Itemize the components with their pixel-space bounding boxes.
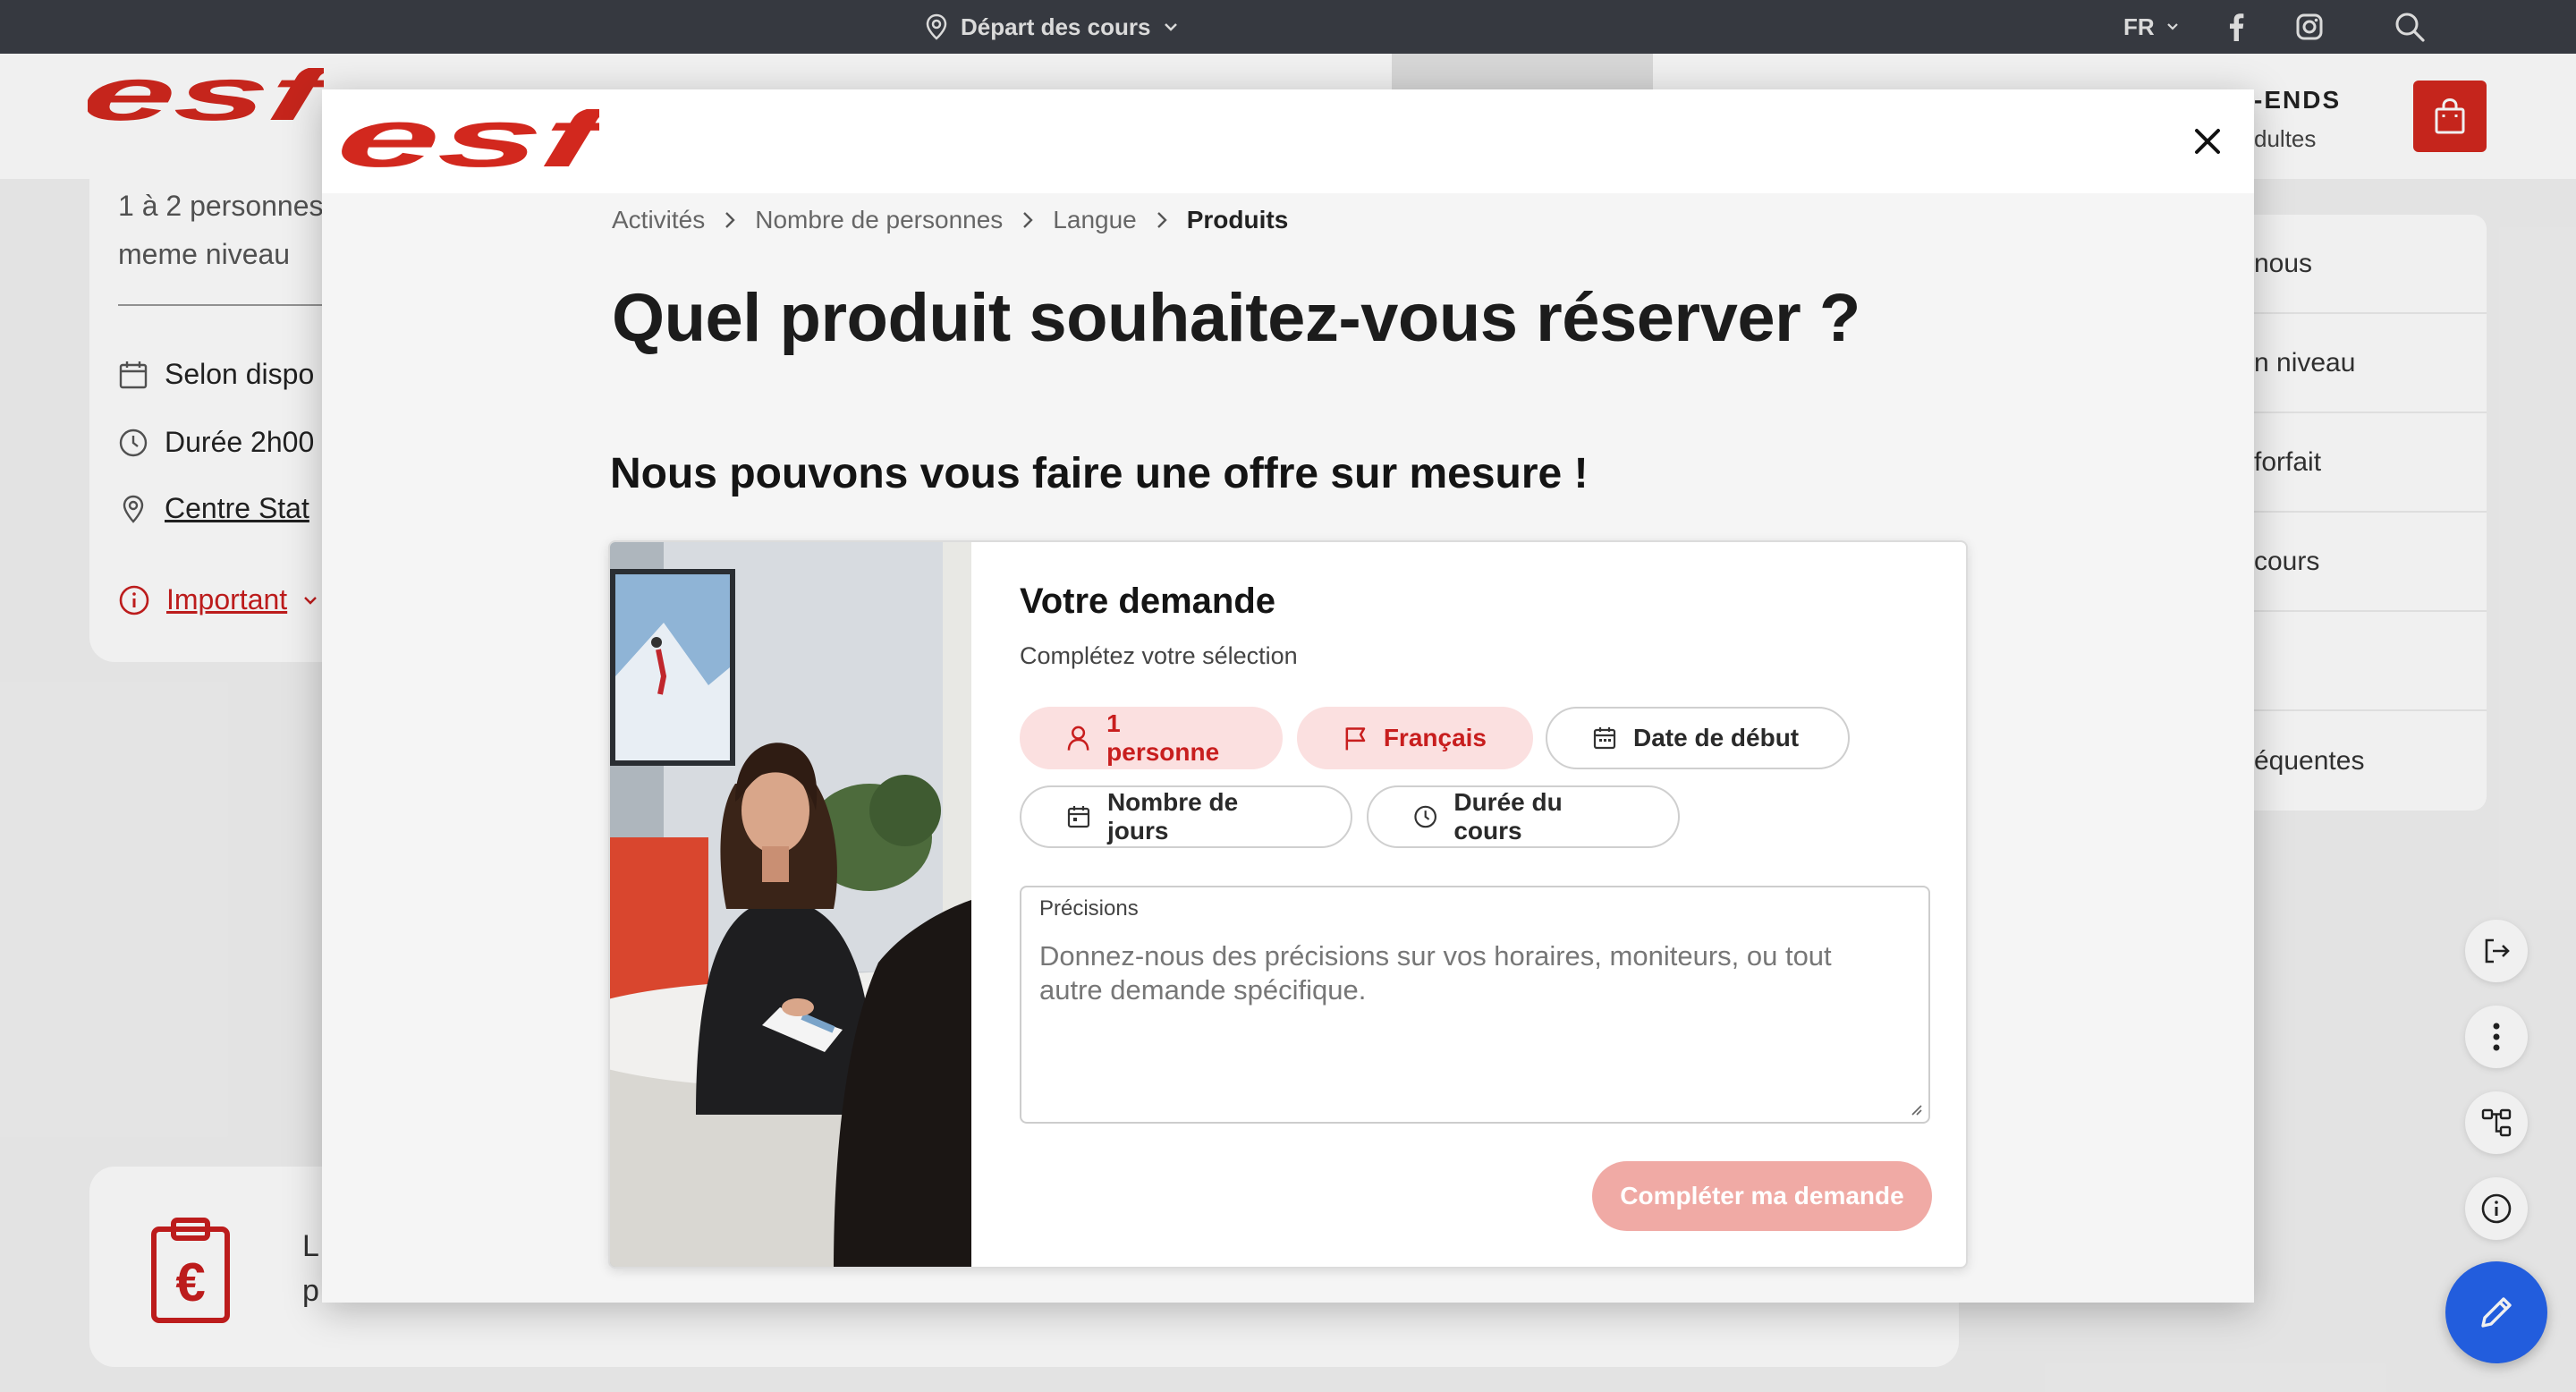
chip-language-label: Français bbox=[1383, 724, 1487, 751]
chip-language[interactable]: Français bbox=[1297, 707, 1533, 769]
close-button[interactable] bbox=[2188, 122, 2227, 161]
precisions-label: Précisions bbox=[1039, 896, 1139, 921]
resize-grip-icon[interactable] bbox=[1909, 1102, 1923, 1116]
page-title: Quel produit souhaitez-vous réserver ? bbox=[612, 280, 1860, 356]
precisions-field[interactable]: Précisions bbox=[1020, 886, 1930, 1124]
breadcrumb-nombre-personnes[interactable]: Nombre de personnes bbox=[755, 206, 1003, 234]
request-subtitle: Complétez votre sélection bbox=[1020, 642, 1298, 669]
user-icon bbox=[1067, 726, 1089, 751]
chevron-right-icon bbox=[1157, 211, 1167, 229]
chip-days[interactable]: Nombre de jours bbox=[1020, 785, 1352, 848]
request-title: Votre demande bbox=[1020, 581, 1275, 621]
breadcrumb-activites[interactable]: Activités bbox=[612, 206, 705, 234]
calendar-icon bbox=[1593, 727, 1616, 750]
section-title: Nous pouvons vous faire une offre sur me… bbox=[610, 450, 1589, 497]
instructor-photo bbox=[610, 542, 1138, 1267]
chevron-right-icon bbox=[724, 211, 735, 229]
esf-logo-text: esf bbox=[340, 109, 599, 174]
chip-duration[interactable]: Durée du cours bbox=[1367, 785, 1680, 848]
close-icon bbox=[2195, 129, 2220, 154]
esf-logo: esf bbox=[330, 92, 627, 184]
breadcrumb-produits: Produits bbox=[1186, 206, 1289, 233]
breadcrumb: Activités Nombre de personnes Langue Pro… bbox=[612, 206, 1288, 234]
chip-start-date-label: Date de début bbox=[1633, 724, 1800, 751]
chip-persons-label: 1 personne bbox=[1106, 709, 1220, 766]
calendar-icon bbox=[1067, 806, 1090, 828]
precisions-textarea[interactable] bbox=[1039, 939, 1898, 1109]
flag-icon bbox=[1345, 727, 1366, 751]
custom-offer-card: Votre demande Complétez votre sélection … bbox=[608, 540, 1968, 1269]
chip-days-label: Nombre de jours bbox=[1106, 788, 1239, 845]
chip-duration-label: Durée du cours bbox=[1453, 788, 1563, 845]
breadcrumb-langue[interactable]: Langue bbox=[1053, 206, 1136, 234]
chip-start-date[interactable]: Date de début bbox=[1546, 707, 1850, 769]
clock-icon bbox=[1414, 805, 1436, 828]
modal-header: esf bbox=[322, 89, 2254, 193]
complete-request-button[interactable]: Compléter ma demande bbox=[1592, 1161, 1932, 1231]
booking-modal: esf Activités Nombre de personnes Langue… bbox=[322, 89, 2254, 1303]
chip-persons[interactable]: 1 personne bbox=[1020, 707, 1283, 769]
chevron-right-icon bbox=[1022, 211, 1033, 229]
